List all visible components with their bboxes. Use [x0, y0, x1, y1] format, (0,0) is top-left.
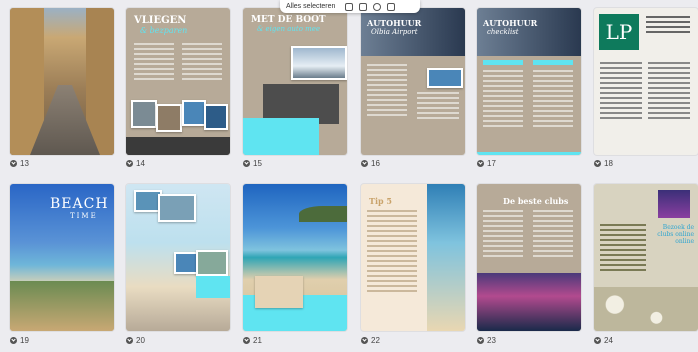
cyan-text-block: [243, 118, 319, 155]
photo: [182, 100, 206, 126]
map-photo: [427, 68, 463, 88]
page-number-21: 21: [243, 336, 262, 345]
check-icon: [10, 160, 17, 167]
page-thumbnail-19[interactable]: BEACH TIME: [10, 184, 114, 331]
text-column: [533, 210, 573, 260]
page-subtitle: Olbia Airport: [371, 28, 418, 36]
checklist-column: [533, 70, 573, 130]
text-column: [600, 62, 642, 122]
check-icon: [10, 337, 17, 344]
page-thumbnail-22[interactable]: Tip 5: [361, 184, 465, 331]
text-column: [483, 210, 523, 260]
selection-toolbar: Alles selecteren: [280, 0, 420, 13]
page-title: VLIEGEN: [134, 15, 187, 26]
section-label: [533, 60, 573, 65]
copy-icon[interactable]: [345, 2, 354, 11]
headland: [299, 206, 347, 222]
photo: [174, 252, 198, 274]
page-thumbnail-13[interactable]: [10, 8, 114, 155]
page-title: Tip 5: [369, 196, 392, 206]
page-subtitle: Bezoek de clubs online online: [657, 224, 694, 245]
duplicate-icon[interactable]: [359, 2, 368, 11]
section-label: [483, 60, 523, 65]
page-number-19: 19: [10, 336, 29, 345]
checklist-column: [483, 70, 523, 130]
check-icon: [594, 160, 601, 167]
text-column: [648, 62, 690, 122]
dunes: [10, 281, 114, 331]
text-column: [182, 43, 222, 83]
check-icon: [477, 160, 484, 167]
page-thumbnail-21[interactable]: [243, 184, 347, 331]
page-thumbnail-23[interactable]: De beste clubs: [477, 184, 581, 331]
photo: [158, 194, 196, 222]
text-column: [367, 210, 417, 295]
check-icon: [243, 160, 250, 167]
bubbles-decoration: [594, 287, 698, 331]
ferry-photo: [291, 46, 347, 80]
cyan-block: [196, 276, 230, 298]
page-title: AUTOHUUR: [483, 18, 538, 28]
photo: [156, 104, 182, 132]
text-column: [600, 224, 646, 274]
page-number-16: 16: [361, 159, 380, 168]
check-icon: [361, 337, 368, 344]
page-number-24: 24: [594, 336, 613, 345]
page-number-22: 22: [361, 336, 380, 345]
page-thumbnail-17[interactable]: AUTOHUUR checklist: [477, 8, 581, 155]
hide-icon[interactable]: [373, 2, 382, 11]
comment-icon[interactable]: [387, 2, 396, 11]
lp-logo: LP: [599, 14, 639, 50]
text-column: [367, 64, 407, 119]
page-subtitle: & bezparen: [140, 26, 188, 35]
page-thumbnail-18[interactable]: LP: [594, 8, 698, 155]
page-title: AUTOHUUR: [367, 18, 422, 28]
photo: [196, 250, 228, 276]
side-photo: [427, 184, 465, 331]
text-column: [134, 43, 174, 83]
check-icon: [594, 337, 601, 344]
check-icon: [477, 337, 484, 344]
page-thumbnail-24[interactable]: Bezoek de clubs online online: [594, 184, 698, 331]
sunglasses-photo: [255, 276, 303, 308]
club-photo: [658, 190, 690, 218]
page-title: MET DE BOOT: [251, 15, 326, 25]
page-number-23: 23: [477, 336, 496, 345]
page-subtitle: checklist: [487, 28, 519, 36]
check-icon: [126, 337, 133, 344]
photo: [131, 100, 157, 128]
accent-bar: [477, 152, 581, 155]
rocks-strip: [126, 137, 230, 155]
page-thumbnail-15[interactable]: MET DE BOOT & eigen auto mee: [243, 8, 347, 155]
page-number-20: 20: [126, 336, 145, 345]
page-number-14: 14: [126, 159, 145, 168]
page-subtitle: & eigen auto mee: [257, 25, 321, 33]
page-number-18: 18: [594, 159, 613, 168]
page-thumbnail-20[interactable]: [126, 184, 230, 331]
check-icon: [243, 337, 250, 344]
page-number-15: 15: [243, 159, 262, 168]
check-icon: [126, 160, 133, 167]
page-number-17: 17: [477, 159, 496, 168]
page-subtitle: TIME: [70, 212, 98, 220]
photo: [204, 104, 228, 130]
night-club-photo: [477, 273, 581, 331]
page-title: BEACH: [50, 196, 109, 212]
page-thumbnail-16[interactable]: AUTOHUUR Olbia Airport: [361, 8, 465, 155]
page-thumbnail-14[interactable]: VLIEGEN & bezparen: [126, 8, 230, 155]
page-number-13: 13: [10, 159, 29, 168]
text-column: [417, 92, 459, 122]
page-title: De beste clubs: [503, 196, 569, 206]
select-all-button[interactable]: Alles selecteren: [286, 3, 335, 10]
check-icon: [361, 160, 368, 167]
address-block: [646, 16, 690, 36]
